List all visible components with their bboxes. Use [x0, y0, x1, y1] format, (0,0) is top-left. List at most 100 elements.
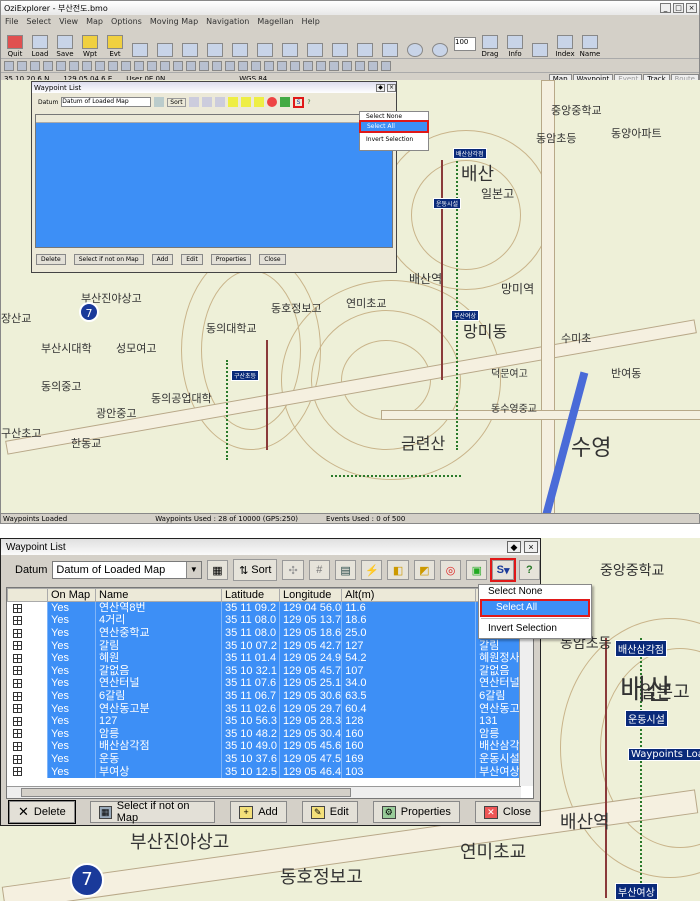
waypoint-menu-icon[interactable]: ◧ — [387, 560, 409, 580]
target-icon[interactable]: ◎ — [439, 560, 462, 580]
map-tool-10[interactable] — [354, 43, 376, 58]
menu-help[interactable]: Help — [302, 17, 320, 26]
tool-icon-21[interactable] — [264, 60, 274, 71]
col-header-latitude[interactable]: Latitude — [221, 588, 280, 602]
tool-icon-14[interactable] — [173, 60, 183, 71]
close-button[interactable]: ✕ Close — [474, 801, 540, 823]
expand-plus-icon[interactable] — [12, 678, 22, 688]
add-button[interactable]: + Add — [230, 801, 287, 823]
map-tool-6[interactable] — [254, 43, 276, 58]
tool-icon-10[interactable] — [121, 60, 131, 71]
tool-icon-26[interactable] — [329, 60, 339, 71]
row-expand-toggle[interactable] — [7, 651, 48, 665]
waypoint-marker[interactable]: 부산여상 — [615, 883, 658, 900]
expand-plus-icon[interactable] — [12, 704, 22, 714]
close-icon[interactable]: × — [686, 3, 697, 13]
tool-icon-25[interactable] — [316, 60, 326, 71]
waypoint-marker[interactable]: 구산초등 — [231, 370, 260, 381]
properties-button[interactable]: Properties — [210, 254, 252, 265]
waypoint-menu-icon[interactable] — [240, 97, 251, 107]
info-button[interactable]: Info — [504, 35, 526, 58]
table-row[interactable]: Yes 연산터널 35 11 07.6 129 05 25.1 34.0 연산터널 — [7, 677, 521, 690]
restore-icon[interactable]: ◆ — [507, 541, 521, 553]
tool-icon-24[interactable] — [303, 60, 313, 71]
delete-button[interactable]: ✕ Delete — [8, 800, 76, 824]
tool-icon-12[interactable] — [147, 60, 157, 71]
restore-icon[interactable]: ◆ — [376, 83, 385, 92]
tool-icon-7[interactable] — [82, 60, 92, 71]
delete-button[interactable]: Delete — [36, 254, 66, 265]
expand-plus-icon[interactable] — [12, 754, 22, 764]
waypoint-marker[interactable]: 배산삼각점 — [615, 640, 667, 657]
table-row[interactable]: Yes 부여상 35 10 12.5 129 05 46.4 103 부산여상 — [7, 765, 521, 778]
waypoint-grid-small[interactable] — [35, 114, 393, 248]
tool-icon-9[interactable] — [108, 60, 118, 71]
map-datum-icon[interactable]: ▦ — [206, 560, 229, 580]
menu-select[interactable]: Select — [26, 17, 51, 26]
menu-invert-selection[interactable]: Invert Selection — [360, 135, 428, 144]
grid-icon[interactable] — [201, 97, 212, 107]
map-export-icon[interactable] — [279, 97, 290, 107]
tool-icon-2[interactable] — [17, 60, 27, 71]
map-tool-11[interactable] — [379, 43, 401, 58]
menu-file[interactable]: File — [5, 17, 18, 26]
menu-select-none[interactable]: Select None — [360, 112, 428, 121]
tool-icon-13[interactable] — [160, 60, 170, 71]
tool-icon-6[interactable] — [69, 60, 79, 71]
map-tool-4[interactable] — [204, 43, 226, 58]
sort-button[interactable]: ⇅ Sort — [233, 559, 278, 581]
grid-icon[interactable]: # — [308, 560, 330, 580]
table-row[interactable]: Yes 운동 35 10 37.6 129 05 47.5 169 운동시설 — [7, 752, 521, 766]
col-header-on-map[interactable]: On Map — [47, 588, 96, 602]
waypoint-marker[interactable]: 운동시설 — [625, 710, 668, 727]
table-row[interactable]: Yes 127 35 10 56.3 129 05 28.3 128 131 — [7, 714, 521, 728]
tool-icon-20[interactable] — [251, 60, 261, 71]
name-search-button[interactable]: Name — [579, 35, 601, 58]
datum-select[interactable]: Datum of Loaded Map ▼ — [52, 561, 202, 579]
zoom-level-select[interactable]: 100 — [454, 37, 476, 51]
menu-map[interactable]: Map — [86, 17, 103, 26]
tool-icon-8[interactable] — [95, 60, 105, 71]
sort-button[interactable]: Sort — [167, 97, 186, 107]
map-tool-1[interactable] — [129, 43, 151, 58]
select-menu-button[interactable]: S — [292, 96, 305, 108]
lightning-icon[interactable] — [227, 97, 238, 107]
expand-plus-icon[interactable] — [12, 666, 22, 676]
row-expand-toggle[interactable] — [7, 601, 48, 615]
event-menu-icon[interactable]: ◩ — [413, 560, 435, 580]
expand-plus-icon[interactable] — [12, 628, 22, 638]
waypoint-marker[interactable]: 부산여상 — [451, 310, 480, 321]
quit-button[interactable]: Quit — [4, 35, 26, 58]
crosshair-icon[interactable]: ✣ — [282, 560, 304, 580]
col-header-longitude[interactable]: Longitude — [278, 588, 343, 602]
expand-plus-icon[interactable] — [12, 729, 22, 739]
menu-view[interactable]: View — [59, 17, 78, 26]
table-row[interactable]: Yes 연산역8번 35 11 09.2 129 04 56.0 11.6 — [7, 601, 521, 615]
row-expand-toggle[interactable] — [7, 639, 48, 652]
add-button[interactable]: Add — [151, 254, 174, 265]
crosshair-icon[interactable] — [188, 97, 199, 107]
waypoint-marker[interactable]: 배산삼각점 — [453, 148, 487, 159]
tool-icon-18[interactable] — [225, 60, 235, 71]
tool-icon-22[interactable] — [277, 60, 287, 71]
expand-plus-icon[interactable] — [12, 716, 22, 726]
tool-icon-1[interactable] — [4, 60, 14, 71]
save-button[interactable]: Save — [54, 35, 76, 58]
tool-icon-27[interactable] — [342, 60, 352, 71]
tool-icon-4[interactable] — [43, 60, 53, 71]
horizontal-scrollbar[interactable] — [7, 786, 521, 798]
pan-arrows-icon[interactable] — [529, 43, 551, 58]
chevron-down-icon[interactable]: ▼ — [185, 562, 201, 578]
map-tool-9[interactable] — [329, 43, 351, 58]
menu-options[interactable]: Options — [111, 17, 142, 26]
tool-icon-15[interactable] — [186, 60, 196, 71]
tool-icon-30[interactable] — [381, 60, 391, 71]
tool-icon-17[interactable] — [212, 60, 222, 71]
menu-invert-selection[interactable]: Invert Selection — [479, 622, 591, 636]
tool-icon-23[interactable] — [290, 60, 300, 71]
table-row[interactable]: Yes 연산동고분 35 11 02.6 129 05 29.7 60.4 연산동고 — [7, 702, 521, 715]
expand-plus-icon[interactable] — [12, 691, 22, 701]
waypoint-tool-button[interactable]: Wpt — [79, 35, 101, 58]
lightning-icon[interactable]: ⚡ — [361, 560, 383, 580]
event-menu-icon[interactable] — [253, 97, 264, 107]
